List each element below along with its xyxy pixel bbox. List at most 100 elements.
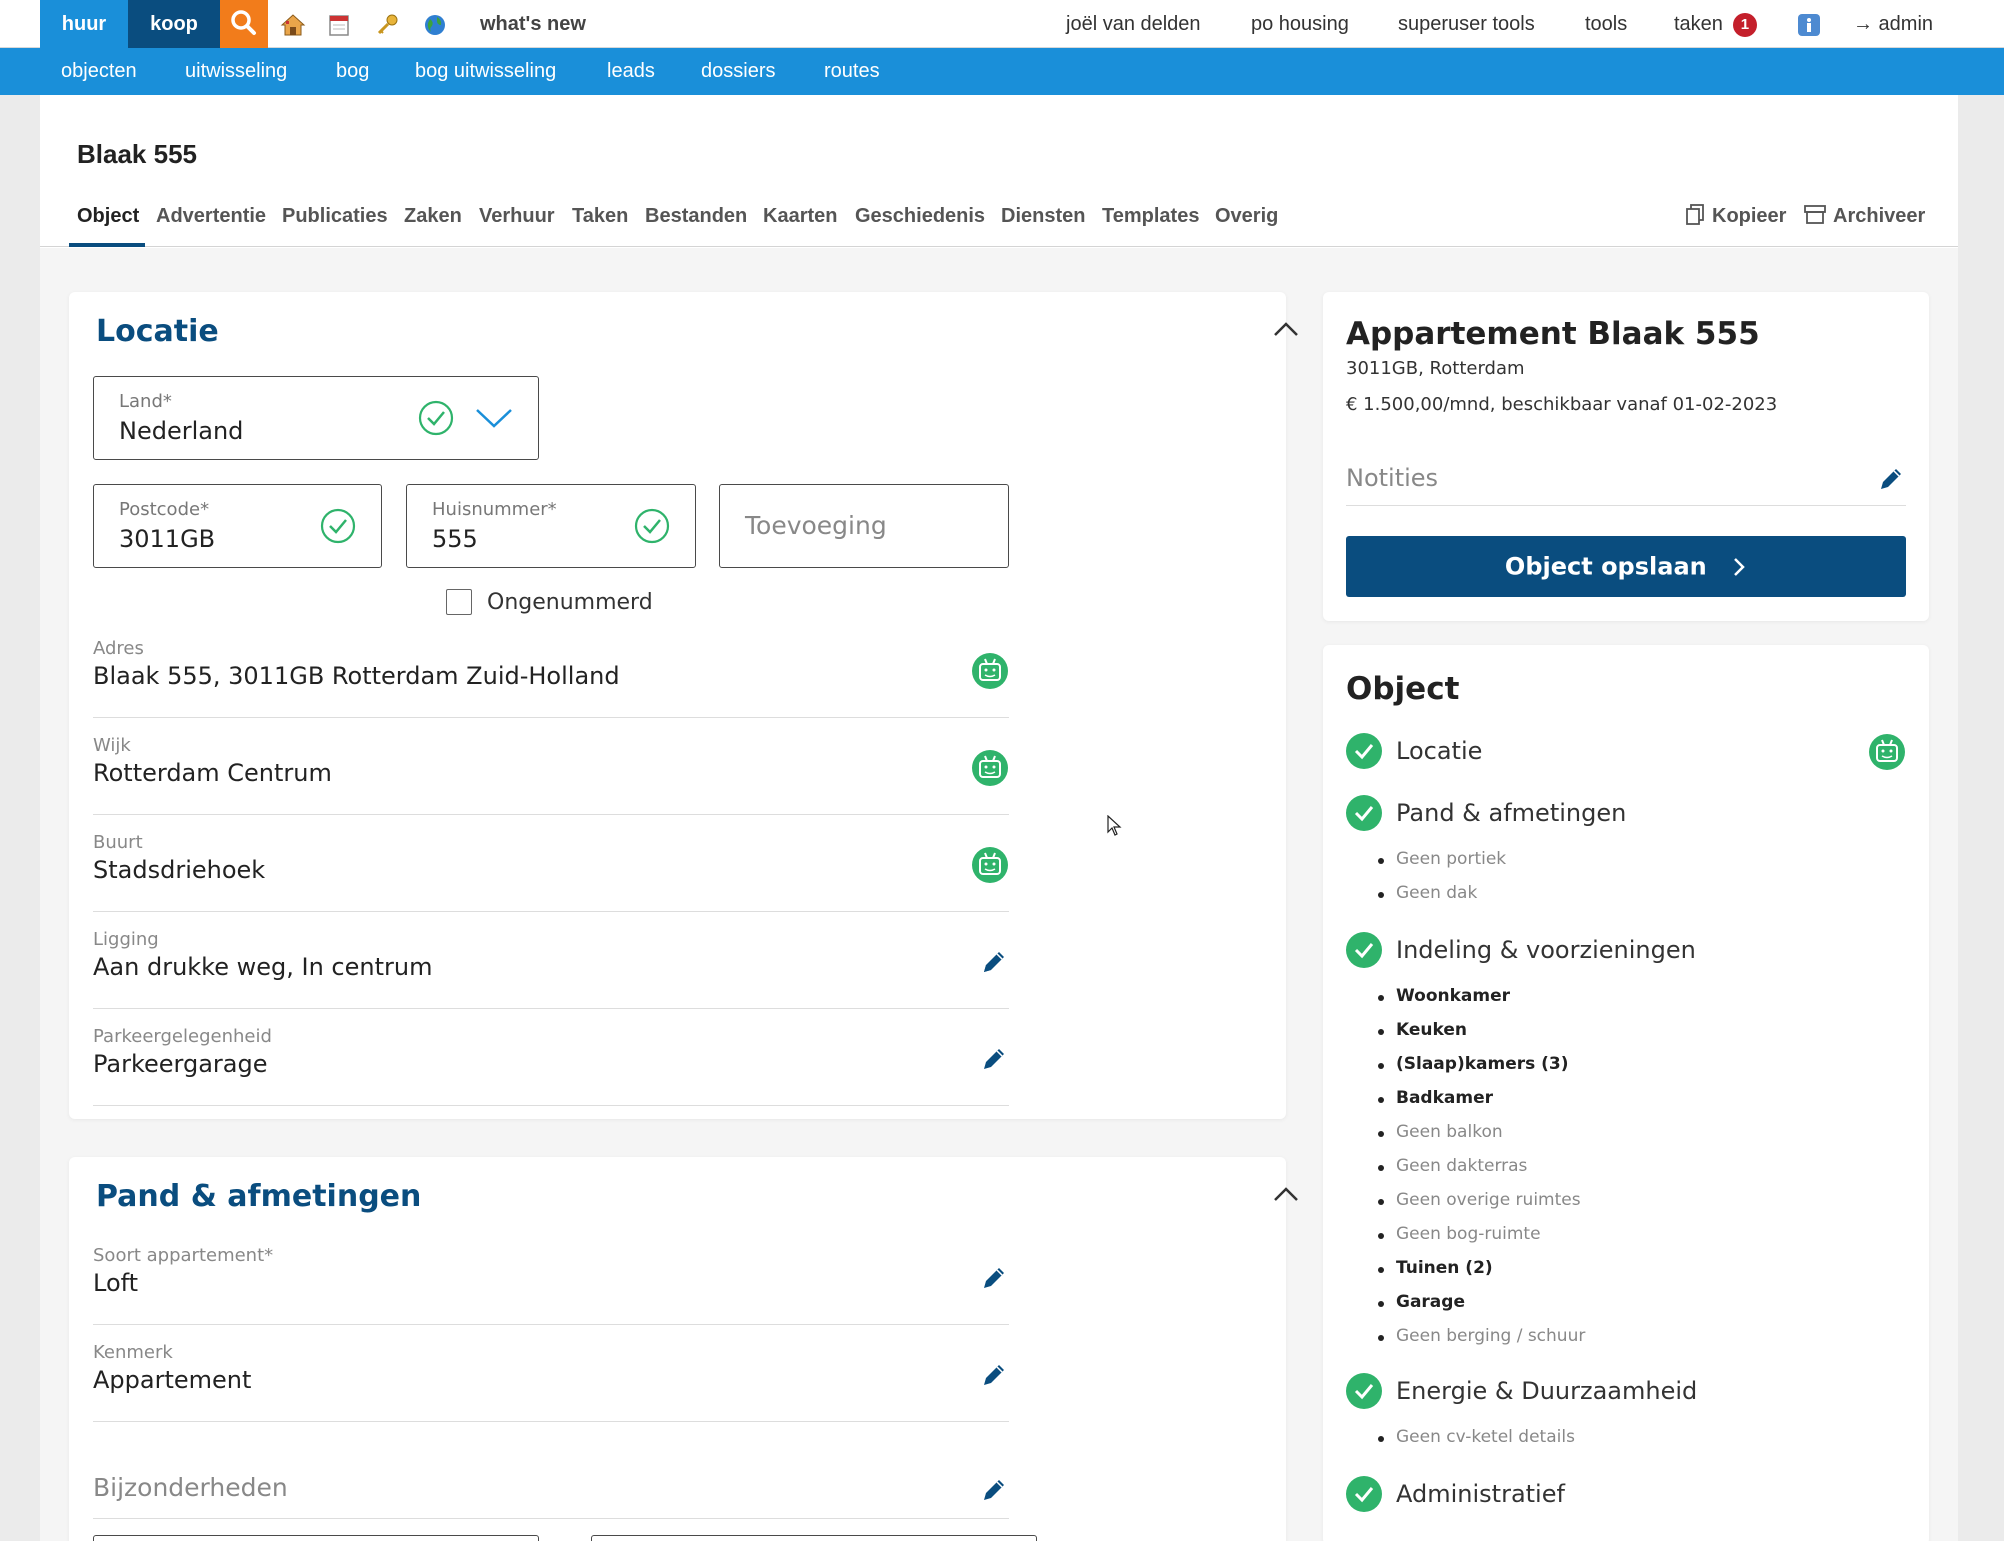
search-button[interactable] [220,0,268,48]
globe-button[interactable] [412,0,458,48]
ongenummerd-checkbox[interactable] [446,589,472,615]
check-circle-icon [634,508,670,544]
adres-label: Adres [93,638,144,659]
sub-navigation: objecten uitwisseling bog bog uitwisseli… [0,48,2004,95]
user-menu[interactable]: joël van delden [1066,0,1201,48]
list-item: Geen dak [1377,883,1478,903]
main-panel: Blaak 555 Object Advertentie Publicaties… [40,95,1958,1541]
nav-dossiers[interactable]: dossiers [701,48,775,95]
section-administratief[interactable]: Administratief [1346,1476,1906,1512]
nav-bog[interactable]: bog [336,48,369,95]
tab-publicaties[interactable]: Publicaties [282,205,388,247]
parkeergelegenheid-field[interactable]: Parkeergelegenheid Parkeergarage [93,1026,1009,1106]
notities-field[interactable]: Notities [1346,456,1906,506]
ligging-field[interactable]: Ligging Aan drukke weg, In centrum [93,929,1009,1009]
nav-leads[interactable]: leads [607,48,655,95]
calendar-button[interactable] [316,0,362,48]
koop-tab[interactable]: koop [128,0,220,48]
pencil-icon[interactable] [979,1360,1009,1390]
buurt-label: Buurt [93,832,143,853]
section-locatie[interactable]: Locatie [1346,733,1906,770]
house-icon [280,14,306,36]
chevron-down-icon[interactable] [474,405,514,431]
section-indeling[interactable]: Indeling & voorzieningen [1346,932,1906,968]
land-label: Land* [119,391,172,412]
kenmerk-field[interactable]: Kenmerk Appartement [93,1342,1009,1422]
section-pand[interactable]: Pand & afmetingen [1346,795,1906,831]
buurt-field[interactable]: Buurt Stadsdriehoek [93,832,1009,912]
list-item: Geen portiek [1377,849,1507,869]
organization-menu[interactable]: po housing [1251,0,1349,48]
huisnummer-field[interactable]: Huisnummer* 555 [406,484,696,568]
tab-geschiedenis[interactable]: Geschiedenis [855,205,985,247]
ongenummerd-label: Ongenummerd [487,590,653,615]
tab-advertentie[interactable]: Advertentie [156,205,266,247]
object-checklist-card: Object Locatie Pand & afmetingen Geen po… [1323,645,1929,1541]
adres-field[interactable]: Adres Blaak 555, 3011GB Rotterdam Zuid-H… [93,638,1009,718]
collapse-icon[interactable] [1271,319,1301,339]
robot-icon[interactable] [971,749,1009,787]
robot-icon[interactable] [971,652,1009,690]
parkeergelegenheid-label: Parkeergelegenheid [93,1026,272,1047]
ligging-value: Aan drukke weg, In centrum [93,953,433,981]
collapse-icon[interactable] [1271,1184,1301,1204]
soort-appartement-label: Soort appartement* [93,1245,274,1266]
robot-icon[interactable] [971,846,1009,884]
pencil-icon[interactable] [979,1263,1009,1293]
pencil-icon[interactable] [979,1475,1009,1505]
tab-taken[interactable]: Taken [572,205,628,247]
list-item: Geen dakterras [1377,1156,1528,1176]
tab-zaken[interactable]: Zaken [404,205,462,247]
section-energie[interactable]: Energie & Duurzaamheid [1346,1373,1906,1409]
pencil-icon[interactable] [1876,464,1906,494]
object-opslaan-button[interactable]: Object opslaan [1346,536,1906,597]
tab-kaarten[interactable]: Kaarten [763,205,837,247]
soort-appartement-field[interactable]: Soort appartement* Loft [93,1245,1009,1325]
huisnummer-label: Huisnummer* [432,499,557,520]
archiveer-button[interactable]: Archiveer [1803,203,1925,228]
soort-appartement-value: Loft [93,1269,139,1297]
tab-diensten[interactable]: Diensten [1001,205,1085,247]
toevoeging-field[interactable]: Toevoeging [719,484,1009,568]
admin-link[interactable]: → admin [1853,0,1933,48]
wijk-field[interactable]: Wijk Rotterdam Centrum [93,735,1009,815]
pand-title: Pand & afmetingen [96,1179,422,1214]
bijzonderheden-field[interactable]: Bijzonderheden [93,1439,1009,1519]
globe-icon [425,14,445,35]
kopieer-button[interactable]: Kopieer [1684,203,1786,228]
tools-link[interactable]: tools [1585,0,1627,48]
nav-bog-uitwisseling[interactable]: bog uitwisseling [415,48,556,95]
huur-tab[interactable]: huur [40,0,128,48]
tab-bestanden[interactable]: Bestanden [645,205,747,247]
active-tab-indicator [69,243,145,247]
tab-verhuur[interactable]: Verhuur [479,205,555,247]
list-item: Garage [1378,1292,1465,1312]
top-bar: huur koop what's new joël van delden po … [0,0,2004,48]
pand-card: Pand & afmetingen Soort appartement* Lof… [69,1157,1298,1541]
keys-button[interactable] [364,0,410,48]
pencil-icon[interactable] [979,1044,1009,1074]
taken-link[interactable]: taken 1 [1674,0,1757,48]
tab-object[interactable]: Object [77,205,139,247]
tab-overig[interactable]: Overig [1215,205,1278,247]
adres-value: Blaak 555, 3011GB Rotterdam Zuid-Holland [93,662,620,690]
info-button[interactable] [1786,0,1832,48]
extra-field-1[interactable] [93,1535,539,1541]
wijk-value: Rotterdam Centrum [93,759,332,787]
pencil-icon[interactable] [979,947,1009,977]
list-item: (Slaap)kamers (3) [1378,1054,1569,1074]
postcode-field[interactable]: Postcode* 3011GB [93,484,382,568]
list-item: Geen cv-ketel details [1378,1427,1575,1447]
nav-routes[interactable]: routes [824,48,880,95]
superuser-tools-link[interactable]: superuser tools [1398,0,1535,48]
nav-uitwisseling[interactable]: uitwisseling [185,48,287,95]
nav-objecten[interactable]: objecten [61,48,137,95]
home-button[interactable] [270,0,316,48]
extra-field-2[interactable] [591,1535,1037,1541]
tab-templates[interactable]: Templates [1102,205,1199,247]
info-icon [1798,13,1820,36]
key-icon [377,14,398,34]
calendar-icon [329,14,349,36]
whats-new-link[interactable]: what's new [480,0,586,48]
land-select[interactable]: Land* Nederland [93,376,539,460]
